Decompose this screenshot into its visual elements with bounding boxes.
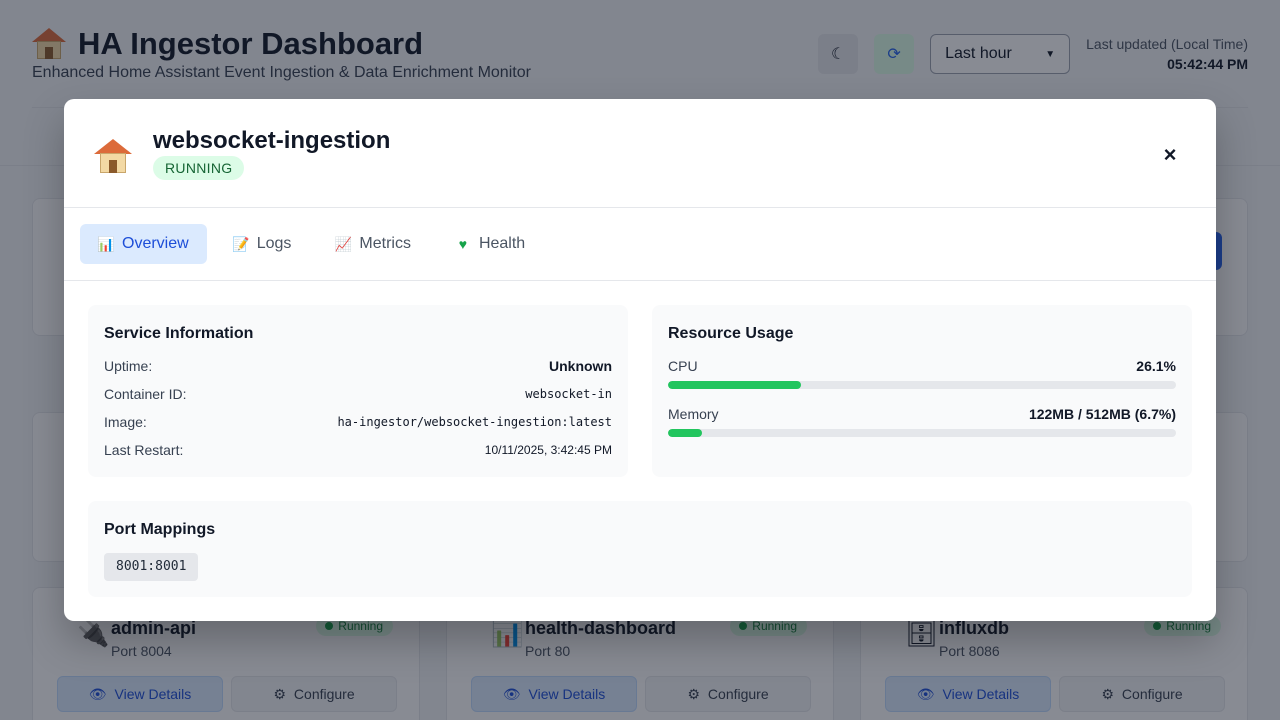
info-label: Last Restart: (104, 442, 184, 458)
info-value: websocket-in (525, 387, 612, 401)
close-icon: × (1163, 142, 1177, 167)
service-details-modal: websocket-ingestion RUNNING × 📊 Overview… (64, 99, 1216, 621)
green-heart-icon: ♥ (458, 236, 468, 252)
tab-metrics[interactable]: 📈 Metrics (317, 224, 429, 264)
cpu-value: 26.1% (1136, 358, 1176, 374)
tab-label: Logs (256, 235, 292, 252)
info-label: Image: (104, 414, 147, 430)
memo-icon: 📝 (231, 235, 250, 252)
modal-tabs: 📊 Overview 📝 Logs 📈 Metrics ♥ Health (80, 224, 543, 264)
info-row-image: Image: ha-ingestor/websocket-ingestion:l… (104, 414, 612, 430)
info-value: 10/11/2025, 3:42:45 PM (484, 443, 612, 457)
cpu-label: CPU (668, 358, 698, 374)
memory-progress-fill (668, 429, 703, 437)
panel-title: Service Information (104, 325, 254, 342)
close-button[interactable]: × (1158, 142, 1182, 167)
info-row-last-restart: Last Restart: 10/11/2025, 3:42:45 PM (104, 442, 612, 458)
port-mappings-panel: Port Mappings 8001:8001 (88, 501, 1192, 597)
info-row-container-id: Container ID: websocket-in (104, 386, 612, 402)
house-icon (94, 139, 132, 173)
tab-label: Overview (122, 235, 189, 252)
line-chart-icon: 📈 (334, 235, 353, 252)
info-label: Container ID: (104, 386, 187, 402)
resource-usage-panel: Resource Usage CPU 26.1% Memory 122MB / … (652, 305, 1192, 477)
modal-service-name: websocket-ingestion (153, 127, 391, 154)
panel-title: Resource Usage (668, 325, 794, 342)
bar-chart-icon: 📊 (97, 235, 115, 252)
info-value: ha-ingestor/websocket-ingestion:latest (337, 415, 612, 429)
cpu-row: CPU 26.1% (668, 358, 1176, 374)
tab-overview[interactable]: 📊 Overview (80, 224, 207, 264)
status-badge: RUNNING (153, 156, 245, 180)
info-label: Uptime: (104, 358, 153, 374)
tab-label: Health (478, 235, 526, 252)
memory-row: Memory 122MB / 512MB (6.7%) (668, 406, 1176, 422)
memory-label: Memory (668, 406, 719, 422)
memory-progress-bar (668, 429, 1176, 437)
panel-title: Port Mappings (104, 521, 216, 538)
info-row-uptime: Uptime: Unknown (104, 358, 612, 374)
cpu-progress-bar (668, 381, 1176, 389)
tab-label: Metrics (359, 235, 411, 252)
tab-logs[interactable]: 📝 Logs (215, 224, 310, 264)
tab-health[interactable]: ♥ Health (437, 224, 543, 264)
cpu-progress-fill (668, 381, 801, 389)
info-value: Unknown (549, 358, 612, 374)
memory-value: 122MB / 512MB (6.7%) (1028, 406, 1176, 422)
port-mapping-chip: 8001:8001 (104, 553, 199, 581)
modal-header: websocket-ingestion RUNNING × (64, 99, 1216, 208)
service-info-panel: Service Information Uptime: Unknown Cont… (88, 305, 628, 477)
tabs-divider (64, 280, 1216, 281)
